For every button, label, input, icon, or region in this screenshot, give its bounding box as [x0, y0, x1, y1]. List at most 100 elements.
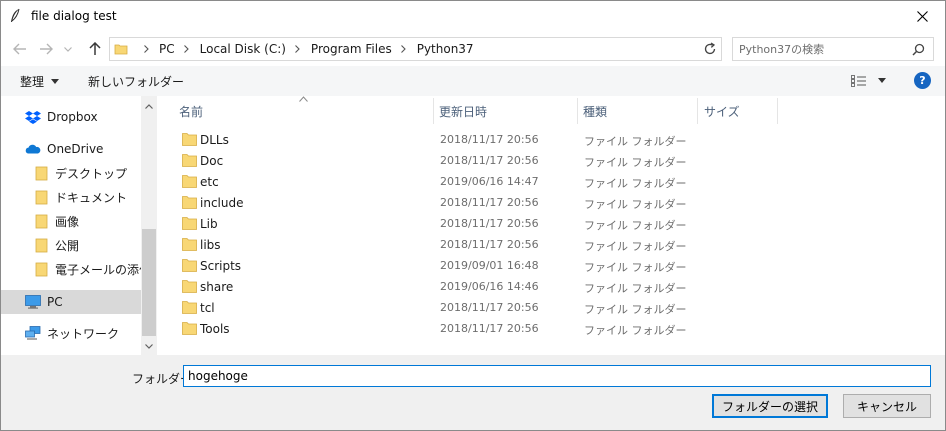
view-options-button[interactable]: [851, 74, 887, 88]
folder-icon: [182, 175, 197, 188]
folder-icon: [182, 133, 197, 146]
nav-item-dropbox[interactable]: Dropbox: [1, 106, 141, 128]
chevron-down-icon: [64, 46, 72, 52]
scroll-down-button[interactable]: [141, 339, 157, 353]
file-type: ファイル フォルダー: [584, 135, 687, 148]
nav-scrollbar[interactable]: [141, 96, 157, 355]
dialog-footer: フォルダー: フォルダーの選択 キャンセル: [1, 355, 945, 430]
table-row[interactable]: Tools 2018/11/17 20:56 ファイル フォルダー: [157, 318, 945, 339]
recent-locations-button[interactable]: [61, 38, 75, 60]
table-row[interactable]: etc 2019/06/16 14:47 ファイル フォルダー: [157, 171, 945, 192]
close-icon: [916, 11, 928, 22]
search-icon[interactable]: [912, 43, 925, 56]
table-row[interactable]: DLLs 2018/11/17 20:56 ファイル フォルダー: [157, 129, 945, 150]
column-header-date[interactable]: 更新日時: [439, 98, 577, 124]
table-row[interactable]: Doc 2018/11/17 20:56 ファイル フォルダー: [157, 150, 945, 171]
organize-button[interactable]: 整理: [20, 73, 60, 90]
search-input[interactable]: [739, 41, 899, 57]
nav-item-label: 画像: [55, 214, 80, 229]
breadcrumb: PC Local Disk (C:) Program Files Python3…: [134, 42, 474, 56]
file-type: ファイル フォルダー: [584, 303, 687, 316]
table-row[interactable]: Scripts 2019/09/01 16:48 ファイル フォルダー: [157, 255, 945, 276]
folder-icon: [182, 280, 197, 293]
scroll-thumb[interactable]: [142, 229, 156, 336]
nav-item-pictures[interactable]: 画像: [1, 210, 141, 232]
column-header-size[interactable]: サイズ: [704, 98, 776, 124]
breadcrumb-python37[interactable]: Python37: [417, 42, 474, 56]
chevron-down-icon: [145, 343, 153, 349]
column-header-name[interactable]: 名前: [179, 98, 433, 124]
nav-item-desktop[interactable]: デスクトップ: [1, 162, 141, 184]
folder-icon: [35, 261, 48, 277]
help-button[interactable]: ?: [914, 72, 931, 89]
file-date: 2018/11/17 20:56: [440, 301, 539, 314]
folder-icon: [182, 301, 197, 314]
chevron-right-icon: [141, 44, 151, 54]
file-name: Scripts: [200, 259, 242, 273]
folder-icon: [182, 154, 197, 167]
file-name: Lib: [200, 217, 218, 231]
folder-icon: [182, 196, 197, 209]
refresh-icon[interactable]: [703, 42, 717, 56]
folder-icon: [35, 189, 48, 205]
new-folder-button[interactable]: 新しいフォルダー: [88, 73, 184, 90]
folder-icon: [114, 44, 128, 55]
column-divider[interactable]: [433, 98, 434, 124]
table-row[interactable]: Lib 2018/11/17 20:56 ファイル フォルダー: [157, 213, 945, 234]
file-type: ファイル フォルダー: [584, 177, 687, 190]
table-row[interactable]: include 2018/11/17 20:56 ファイル フォルダー: [157, 192, 945, 213]
file-type: ファイル フォルダー: [584, 219, 687, 232]
nav-item-label: デスクトップ: [55, 166, 128, 181]
folder-name-input[interactable]: [183, 365, 931, 387]
command-bar: 整理 新しいフォルダー ?: [1, 66, 945, 96]
file-type: ファイル フォルダー: [584, 324, 687, 337]
nav-item-network[interactable]: ネットワーク: [1, 322, 141, 344]
view-list-icon: [851, 75, 866, 87]
address-bar[interactable]: PC Local Disk (C:) Program Files Python3…: [109, 37, 805, 61]
network-icon: [25, 325, 41, 341]
nav-item-documents[interactable]: ドキュメント: [1, 186, 141, 208]
nav-item-pc[interactable]: PC: [1, 290, 141, 314]
nav-item-email-attachments[interactable]: 電子メールの添付フ: [1, 258, 141, 280]
nav-item-label: PC: [47, 295, 63, 309]
file-name: libs: [200, 238, 221, 252]
caret-down-icon: [878, 78, 886, 83]
folder-icon: [182, 217, 197, 230]
table-row[interactable]: libs 2018/11/17 20:56 ファイル フォルダー: [157, 234, 945, 255]
column-divider[interactable]: [697, 98, 698, 124]
nav-item-label: 電子メールの添付フ: [55, 262, 141, 277]
breadcrumb-pc[interactable]: PC: [159, 42, 175, 56]
arrow-left-icon: [13, 43, 26, 55]
file-name: Doc: [200, 154, 224, 168]
file-list: 名前 更新日時 種類 サイズ DLLs 2018/11/17 20:56 ファイ…: [157, 96, 945, 355]
breadcrumb-program-files[interactable]: Program Files: [311, 42, 392, 56]
up-button[interactable]: [84, 38, 106, 60]
chevron-right-icon: [293, 44, 303, 54]
onedrive-icon: [25, 141, 41, 157]
forward-button[interactable]: [35, 38, 57, 60]
cancel-button[interactable]: キャンセル: [843, 394, 931, 418]
breadcrumb-local-disk[interactable]: Local Disk (C:): [200, 42, 286, 56]
folder-icon: [35, 213, 48, 229]
table-row[interactable]: share 2019/06/16 14:46 ファイル フォルダー: [157, 276, 945, 297]
nav-item-onedrive[interactable]: OneDrive: [1, 138, 141, 160]
folder-icon: [182, 238, 197, 251]
nav-item-label: Dropbox: [47, 110, 98, 124]
column-divider[interactable]: [777, 98, 778, 124]
select-folder-button[interactable]: フォルダーの選択: [712, 394, 828, 418]
pc-icon: [25, 294, 41, 310]
nav-item-public[interactable]: 公開: [1, 234, 141, 256]
file-name: etc: [200, 175, 219, 189]
back-button[interactable]: [9, 38, 31, 60]
file-date: 2018/11/17 20:56: [440, 133, 539, 146]
title-bar: file dialog test: [1, 1, 945, 32]
column-divider[interactable]: [577, 98, 578, 124]
scroll-up-button[interactable]: [141, 99, 157, 113]
file-date: 2018/11/17 20:56: [440, 322, 539, 335]
dropbox-icon: [25, 109, 41, 125]
file-type: ファイル フォルダー: [584, 198, 687, 211]
file-name: share: [200, 280, 234, 294]
close-button[interactable]: [899, 1, 945, 32]
column-header-type[interactable]: 種類: [583, 98, 697, 124]
table-row[interactable]: tcl 2018/11/17 20:56 ファイル フォルダー: [157, 297, 945, 318]
